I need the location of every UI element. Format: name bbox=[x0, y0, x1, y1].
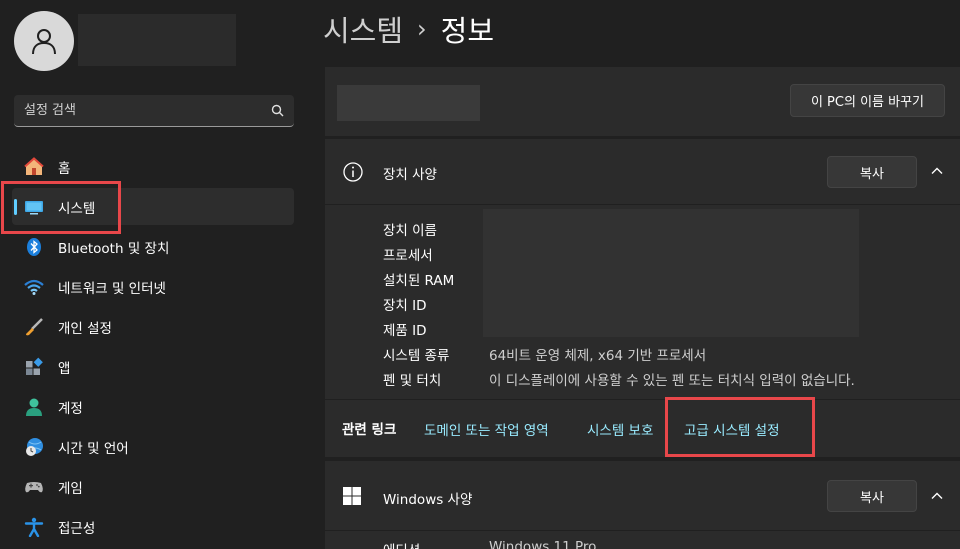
sidebar-item-personalization[interactable]: 개인 설정 bbox=[12, 308, 294, 345]
sidebar-item-label: 개인 설정 bbox=[58, 320, 112, 337]
sidebar-item-label: 네트워크 및 인터넷 bbox=[58, 280, 166, 297]
highlight-box-system bbox=[1, 181, 121, 234]
sidebar-item-label: 접근성 bbox=[58, 520, 96, 537]
user-icon bbox=[32, 29, 56, 55]
breadcrumb-separator: › bbox=[417, 15, 427, 43]
spec-label: 펜 및 터치 bbox=[383, 372, 442, 389]
spec-label: 설치된 RAM bbox=[383, 272, 455, 289]
apps-icon bbox=[24, 357, 44, 377]
related-links-label: 관련 링크 bbox=[342, 422, 397, 438]
pc-name-redacted bbox=[337, 85, 480, 121]
search-input[interactable] bbox=[24, 103, 271, 118]
related-links: 관련 링크 도메인 또는 작업 영역 시스템 보호 고급 시스템 설정 bbox=[325, 399, 960, 457]
chevron-up-icon[interactable] bbox=[929, 163, 945, 179]
spec-label: 에디션 bbox=[383, 539, 489, 549]
spec-row: 펜 및 터치 이 디스플레이에 사용할 수 있는 펜 또는 터치식 입력이 없습… bbox=[383, 366, 855, 391]
sidebar-item-accessibility[interactable]: 접근성 bbox=[12, 508, 294, 545]
user-name-redacted bbox=[78, 14, 236, 66]
copy-device-specs-button[interactable]: 복사 bbox=[827, 156, 917, 188]
spec-row: 프로세서 bbox=[383, 241, 855, 266]
sidebar-item-label: 시간 및 언어 bbox=[58, 440, 129, 457]
sidebar-item-label: Bluetooth 및 장치 bbox=[58, 240, 170, 257]
home-icon bbox=[24, 156, 44, 177]
info-icon bbox=[343, 162, 363, 182]
sidebar-item-network[interactable]: 네트워크 및 인터넷 bbox=[12, 268, 294, 305]
breadcrumb-parent[interactable]: 시스템 bbox=[323, 8, 403, 50]
device-specs-card: 장치 사양 복사 장치 이름 프로세서 설치된 RAM 장치 ID 제품 ID … bbox=[325, 139, 960, 457]
sidebar-item-accounts[interactable]: 계정 bbox=[12, 388, 294, 425]
pc-name-card: 이 PC의 이름 바꾸기 bbox=[325, 67, 960, 136]
breadcrumb: 시스템 › 정보 bbox=[323, 8, 494, 50]
sidebar-item-label: 앱 bbox=[58, 360, 71, 377]
avatar[interactable] bbox=[14, 11, 74, 71]
sidebar-item-home[interactable]: 홈 bbox=[12, 148, 294, 185]
spec-row: 장치 ID bbox=[383, 291, 855, 316]
sidebar-item-apps[interactable]: 앱 bbox=[12, 348, 294, 385]
spec-row: 제품 ID bbox=[383, 316, 855, 341]
clock-globe-icon bbox=[24, 437, 44, 457]
spec-value: 이 디스플레이에 사용할 수 있는 펜 또는 터치식 입력이 없습니다. bbox=[489, 372, 855, 389]
spec-label: 장치 이름 bbox=[383, 222, 437, 239]
spec-label: 장치 ID bbox=[383, 297, 427, 314]
account-icon bbox=[24, 397, 44, 417]
windows-specs-title: Windows 사양 bbox=[383, 492, 473, 508]
device-specs-header[interactable]: 장치 사양 복사 bbox=[325, 139, 960, 205]
accessibility-icon bbox=[24, 517, 44, 537]
spec-row: 시스템 종류 64비트 운영 체제, x64 기반 프로세서 bbox=[383, 341, 855, 366]
search-icon[interactable] bbox=[271, 104, 284, 117]
windows-specs-card: Windows 사양 복사 에디션 Windows 11 Pro bbox=[325, 461, 960, 549]
spec-row: 설치된 RAM bbox=[383, 266, 855, 291]
spec-value: 64비트 운영 체제, x64 기반 프로세서 bbox=[489, 347, 707, 364]
sidebar: 홈 시스템 Bluetooth 및 장치 bbox=[0, 0, 310, 549]
copy-windows-specs-button[interactable]: 복사 bbox=[827, 480, 917, 512]
windows-specs-header[interactable]: Windows 사양 복사 bbox=[325, 461, 960, 531]
link-system-protection[interactable]: 시스템 보호 bbox=[587, 419, 653, 439]
gamepad-icon bbox=[24, 477, 44, 497]
highlight-box-advanced-settings bbox=[665, 397, 815, 457]
settings-search[interactable] bbox=[14, 95, 294, 127]
sidebar-item-label: 계정 bbox=[58, 400, 83, 417]
brush-icon bbox=[24, 317, 44, 337]
spec-row: 에디션 Windows 11 Pro bbox=[383, 539, 596, 549]
bluetooth-icon bbox=[24, 237, 44, 257]
spec-row: 장치 이름 bbox=[383, 216, 855, 241]
wifi-icon bbox=[24, 277, 44, 297]
page-title: 정보 bbox=[440, 14, 495, 48]
spec-label: 프로세서 bbox=[383, 247, 433, 264]
spec-label: 제품 ID bbox=[383, 322, 427, 339]
spec-value: Windows 11 Pro bbox=[489, 539, 597, 549]
device-specs-title: 장치 사양 bbox=[383, 167, 437, 183]
sidebar-item-gaming[interactable]: 게임 bbox=[12, 468, 294, 505]
link-domain-workgroup[interactable]: 도메인 또는 작업 영역 bbox=[424, 419, 549, 439]
sidebar-item-label: 홈 bbox=[58, 160, 71, 177]
rename-pc-button[interactable]: 이 PC의 이름 바꾸기 bbox=[790, 84, 945, 117]
chevron-up-icon[interactable] bbox=[929, 488, 945, 504]
device-specs-rows: 장치 이름 프로세서 설치된 RAM 장치 ID 제품 ID 시스템 종류 64… bbox=[383, 216, 855, 391]
sidebar-item-time-language[interactable]: 시간 및 언어 bbox=[12, 428, 294, 465]
spec-label: 시스템 종류 bbox=[383, 347, 450, 364]
sidebar-item-label: 게임 bbox=[58, 480, 83, 497]
windows-logo-icon bbox=[343, 487, 361, 505]
